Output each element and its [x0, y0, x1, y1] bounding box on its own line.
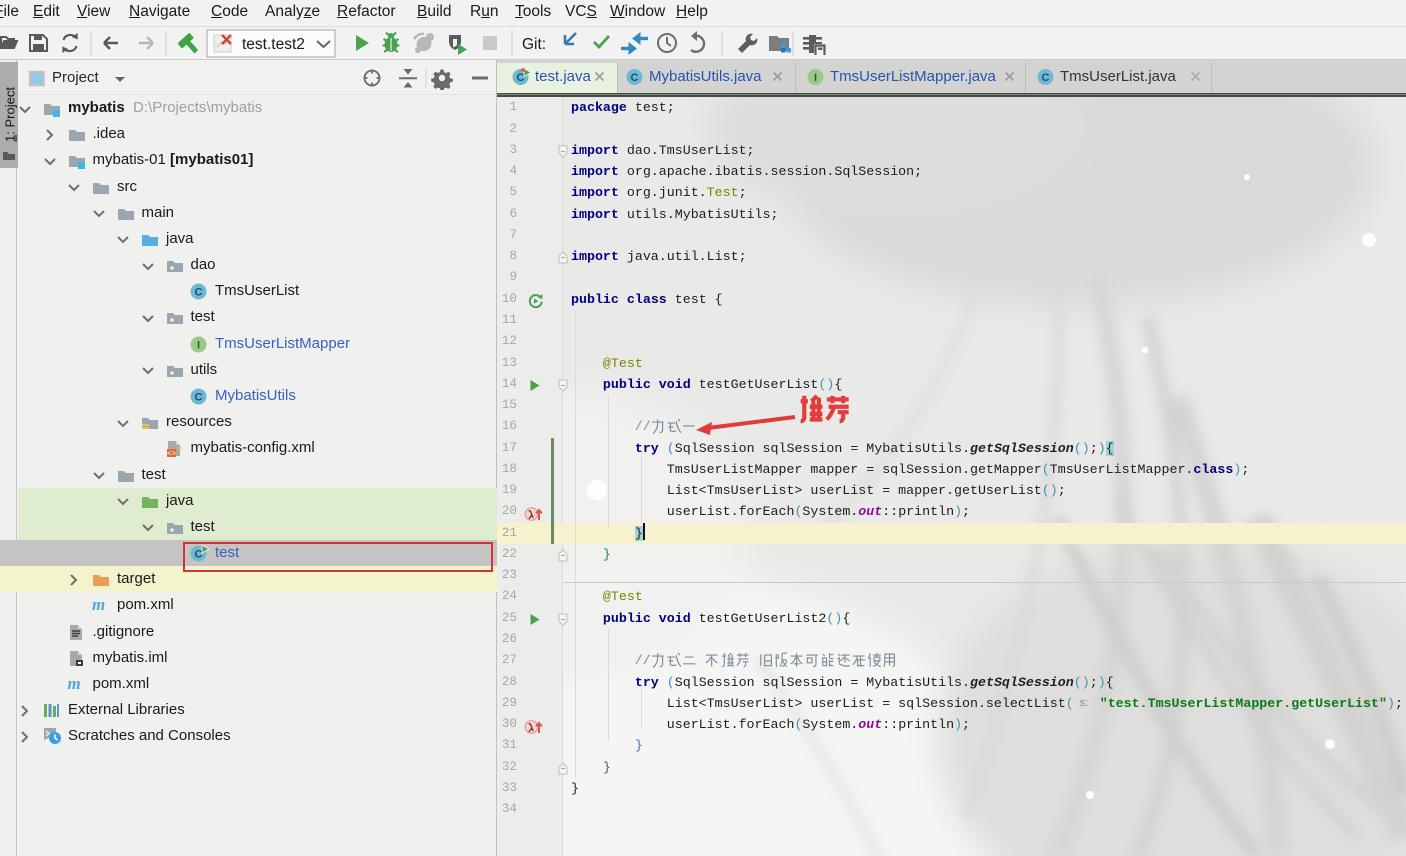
svg-text:I: I	[814, 72, 817, 84]
svg-text:C: C	[195, 392, 203, 404]
svg-text:C: C	[517, 72, 525, 84]
svg-text:C: C	[631, 72, 639, 84]
svg-text:<>: <>	[166, 451, 176, 457]
svg-text:test.test2: test.test2	[242, 36, 305, 53]
svg-text:C: C	[1042, 72, 1050, 84]
svg-text:I: I	[197, 339, 200, 351]
svg-text:Git:: Git:	[522, 36, 546, 53]
svg-text:C: C	[195, 287, 203, 299]
